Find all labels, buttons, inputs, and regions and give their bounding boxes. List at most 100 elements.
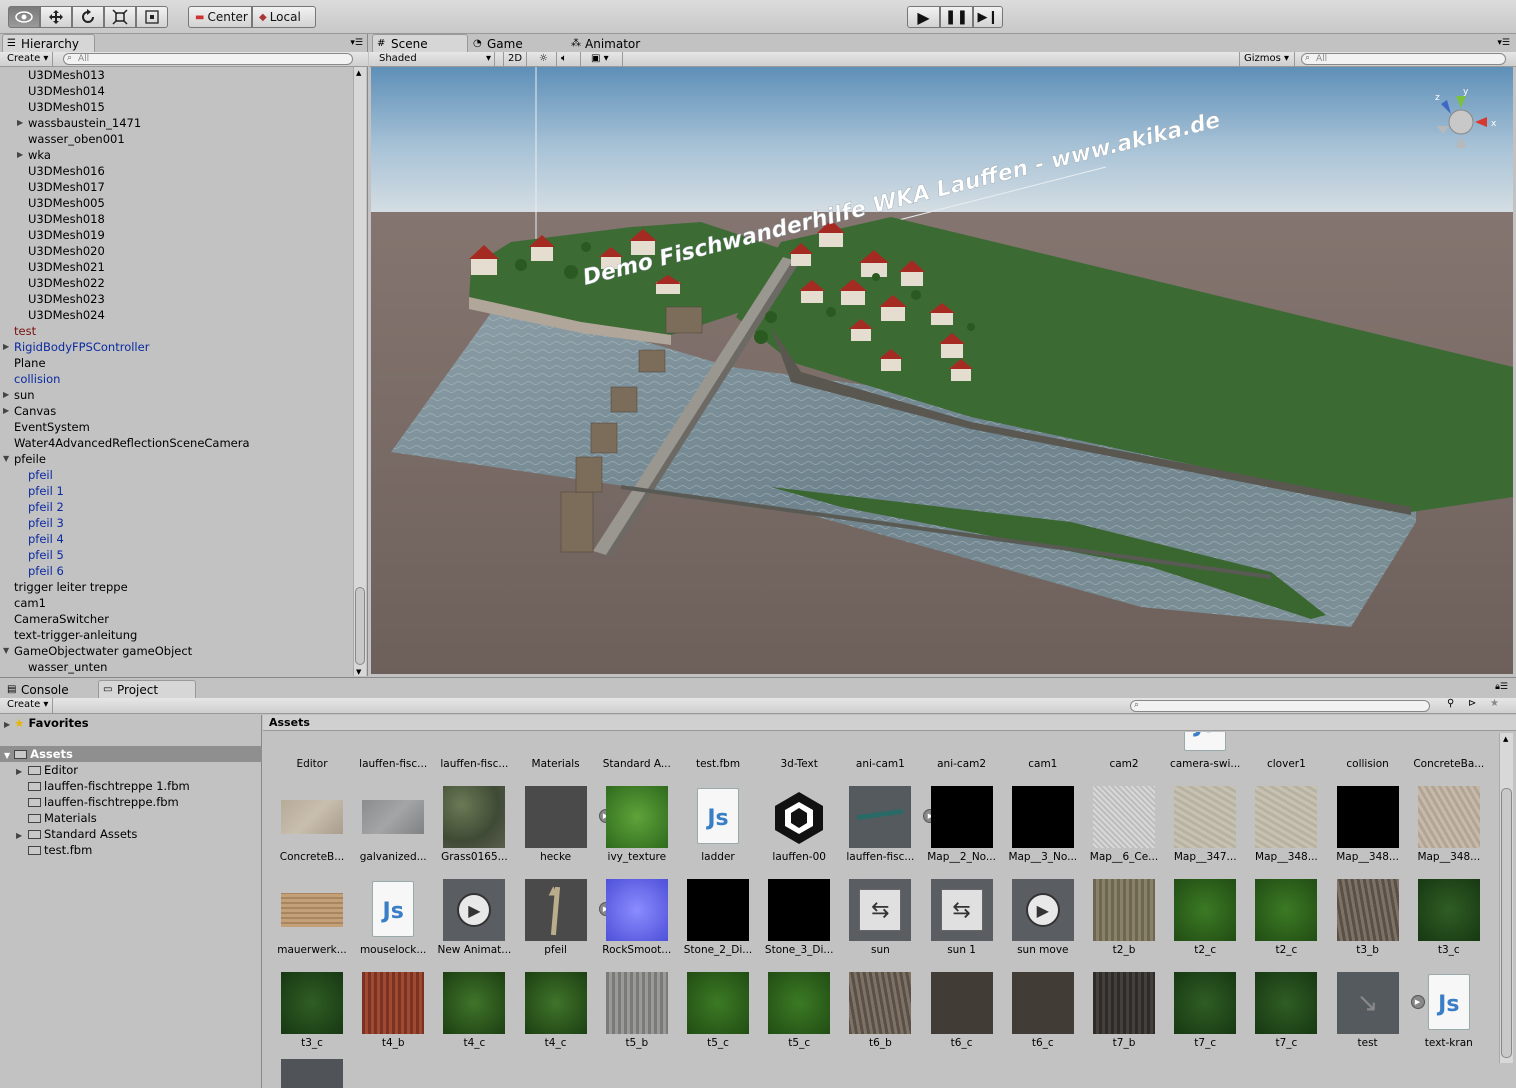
expanded-arrow-icon[interactable]: ▼ bbox=[3, 451, 9, 467]
asset-item[interactable]: Stone_2_Di... bbox=[669, 873, 752, 966]
asset-item[interactable]: t6_c bbox=[913, 966, 993, 1059]
asset-item[interactable]: ivy_texture bbox=[588, 780, 668, 873]
collapsed-arrow-icon[interactable]: ▶ bbox=[17, 147, 23, 163]
tab-project[interactable]: ▭ Project bbox=[98, 680, 196, 698]
lighting-toggle-sun-icon[interactable]: ☼ bbox=[535, 52, 557, 67]
asset-item[interactable] bbox=[281, 1059, 343, 1088]
collapsed-arrow-icon[interactable]: ▶ bbox=[3, 387, 9, 403]
asset-item[interactable]: t6_c bbox=[994, 966, 1074, 1059]
asset-item[interactable]: t7_c bbox=[1237, 966, 1318, 1059]
asset-item[interactable]: t4_c bbox=[425, 966, 506, 1059]
hierarchy-item[interactable]: ▶ sun bbox=[0, 387, 352, 403]
project-search-input[interactable]: ⌕ bbox=[1130, 700, 1430, 712]
asset-item[interactable]: t2_c bbox=[1237, 873, 1318, 966]
collapsed-arrow-icon[interactable]: ▶ bbox=[3, 403, 9, 419]
asset-item[interactable]: t3_c bbox=[1400, 873, 1480, 966]
asset-item[interactable]: Js mouselock... bbox=[344, 873, 426, 966]
asset-item[interactable]: ↘ ▶ test bbox=[1319, 966, 1425, 1059]
asset-item[interactable]: ▲▶pfeil bbox=[507, 873, 613, 966]
rect-tool-icon[interactable] bbox=[136, 6, 168, 28]
asset-item[interactable]: Map__347... bbox=[1156, 780, 1237, 873]
hierarchy-item[interactable]: pfeil 4 bbox=[0, 531, 352, 547]
folder-tree-item[interactable]: Materials bbox=[16, 810, 97, 826]
rotate-tool-icon[interactable] bbox=[72, 6, 104, 28]
asset-item[interactable]: ⇆ sun 1 bbox=[913, 873, 993, 966]
asset-item[interactable]: galvanized... bbox=[344, 780, 427, 873]
asset-item[interactable]: Grass0165... bbox=[425, 780, 508, 873]
tab-animator[interactable]: ⁂ Animator bbox=[566, 34, 662, 52]
asset-item[interactable]: Stone_3_Di... bbox=[750, 873, 833, 966]
asset-item[interactable]: clover1 bbox=[1237, 732, 1317, 780]
hierarchy-item[interactable]: trigger leiter treppe bbox=[0, 579, 352, 595]
favorite-star-icon[interactable]: ★ bbox=[1490, 698, 1499, 709]
asset-item[interactable]: ani-cam1 bbox=[831, 732, 911, 780]
asset-item[interactable]: lauffen-fisc... bbox=[344, 732, 427, 780]
pivot-center-button[interactable]: ▬ Center bbox=[188, 6, 252, 28]
scroll-thumb[interactable] bbox=[355, 587, 365, 665]
hierarchy-item[interactable]: pfeil 5 bbox=[0, 547, 352, 563]
folder-tree-item[interactable]: ▶ Standard Assets bbox=[16, 826, 137, 842]
filter-type-icon[interactable]: ⚲ bbox=[1447, 698, 1454, 709]
hierarchy-item[interactable]: collision bbox=[0, 371, 352, 387]
hierarchy-item[interactable]: EventSystem bbox=[0, 419, 352, 435]
asset-item[interactable]: t5_c bbox=[669, 966, 749, 1059]
effects-dropdown-image-icon[interactable]: ▣ ▾ bbox=[587, 52, 623, 67]
collapsed-arrow-icon[interactable]: ▶ bbox=[17, 115, 23, 131]
asset-item[interactable]: t2_b bbox=[1075, 873, 1155, 966]
asset-item[interactable]: Materials bbox=[507, 732, 587, 780]
tab-scene[interactable]: # Scene bbox=[372, 34, 468, 52]
asset-item[interactable]: Map__6_Ce... bbox=[1075, 780, 1158, 873]
hierarchy-scrollbar[interactable]: ▲ ▼ bbox=[353, 67, 366, 676]
breadcrumb[interactable]: Assets bbox=[263, 715, 1516, 731]
favorites-item[interactable]: ▶ ★ Favorites bbox=[4, 715, 89, 731]
hierarchy-item[interactable]: U3DMesh013 bbox=[0, 67, 352, 83]
asset-item[interactable]: cam2 bbox=[1075, 732, 1155, 780]
asset-item[interactable]: Map__348... bbox=[1400, 780, 1480, 873]
asset-item[interactable]: collision bbox=[1319, 732, 1399, 780]
asset-item[interactable]: ConcreteB... bbox=[263, 780, 344, 873]
pivot-local-button[interactable]: ◆ Local bbox=[252, 6, 316, 28]
lock-icon[interactable]: 🔒︎☰ bbox=[1495, 682, 1508, 692]
hierarchy-item[interactable]: wasser_unten bbox=[0, 659, 352, 675]
hierarchy-item[interactable]: Water4AdvancedReflectionSceneCamera bbox=[0, 435, 352, 451]
step-button[interactable]: ▶❙ bbox=[973, 6, 1003, 28]
2d-toggle[interactable]: 2D bbox=[503, 52, 527, 67]
asset-item[interactable]: Js ladder bbox=[669, 780, 749, 873]
hierarchy-item[interactable]: ▶ wka bbox=[0, 147, 352, 163]
hierarchy-item[interactable]: cam1 bbox=[0, 595, 352, 611]
asset-item[interactable]: t2_c bbox=[1156, 873, 1237, 966]
hierarchy-item[interactable]: U3DMesh022 bbox=[0, 275, 352, 291]
asset-item[interactable]: Editor bbox=[263, 732, 343, 780]
hierarchy-item[interactable]: ▼ pfeile bbox=[0, 451, 352, 467]
asset-item[interactable]: t7_c bbox=[1156, 966, 1237, 1059]
hierarchy-item[interactable]: U3DMesh015 bbox=[0, 99, 352, 115]
hierarchy-item[interactable]: ▶ RigidBodyFPSController bbox=[0, 339, 352, 355]
folder-tree-item[interactable]: ▶ Editor bbox=[16, 762, 78, 778]
hierarchy-item[interactable]: U3DMesh020 bbox=[0, 243, 352, 259]
asset-item[interactable]: t4_c bbox=[507, 966, 587, 1059]
asset-item[interactable]: t3_b bbox=[1319, 873, 1399, 966]
folder-tree-item[interactable]: lauffen-fischtreppe 1.fbm bbox=[16, 778, 190, 794]
asset-item[interactable]: lauffen-00 bbox=[750, 780, 830, 873]
hierarchy-item[interactable]: Plane bbox=[0, 355, 352, 371]
gizmos-dropdown[interactable]: Gizmos ▾ bbox=[1239, 52, 1295, 67]
asset-item[interactable]: ⇆ sun bbox=[831, 873, 912, 966]
asset-item[interactable]: t6_b bbox=[831, 966, 912, 1059]
asset-item[interactable]: Js text-kran bbox=[1400, 966, 1480, 1059]
asset-item[interactable]: ConcreteBa... bbox=[1400, 732, 1484, 780]
asset-item[interactable]: t5_c bbox=[750, 966, 831, 1059]
asset-item[interactable]: 3d-Text bbox=[750, 732, 830, 780]
hierarchy-item[interactable]: U3DMesh016 bbox=[0, 163, 352, 179]
folder-tree-item[interactable]: test.fbm bbox=[16, 842, 92, 858]
asset-item[interactable]: ▶hecke bbox=[507, 780, 613, 873]
asset-item[interactable]: cam1 bbox=[994, 732, 1074, 780]
hierarchy-item[interactable]: U3DMesh018 bbox=[0, 211, 352, 227]
asset-item[interactable]: test.fbm bbox=[669, 732, 749, 780]
asset-item[interactable]: Map__2_No... bbox=[913, 780, 996, 873]
project-create-dropdown[interactable]: Create ▾ bbox=[3, 698, 54, 713]
asset-item[interactable]: Map__348... bbox=[1319, 780, 1399, 873]
asset-item[interactable]: lauffen-fisc... bbox=[425, 732, 508, 780]
asset-item[interactable]: ▶ New Animat... bbox=[425, 873, 511, 966]
tab-hierarchy[interactable]: ☰ Hierarchy bbox=[2, 34, 95, 52]
asset-item[interactable]: Map__3_No... bbox=[994, 780, 1077, 873]
